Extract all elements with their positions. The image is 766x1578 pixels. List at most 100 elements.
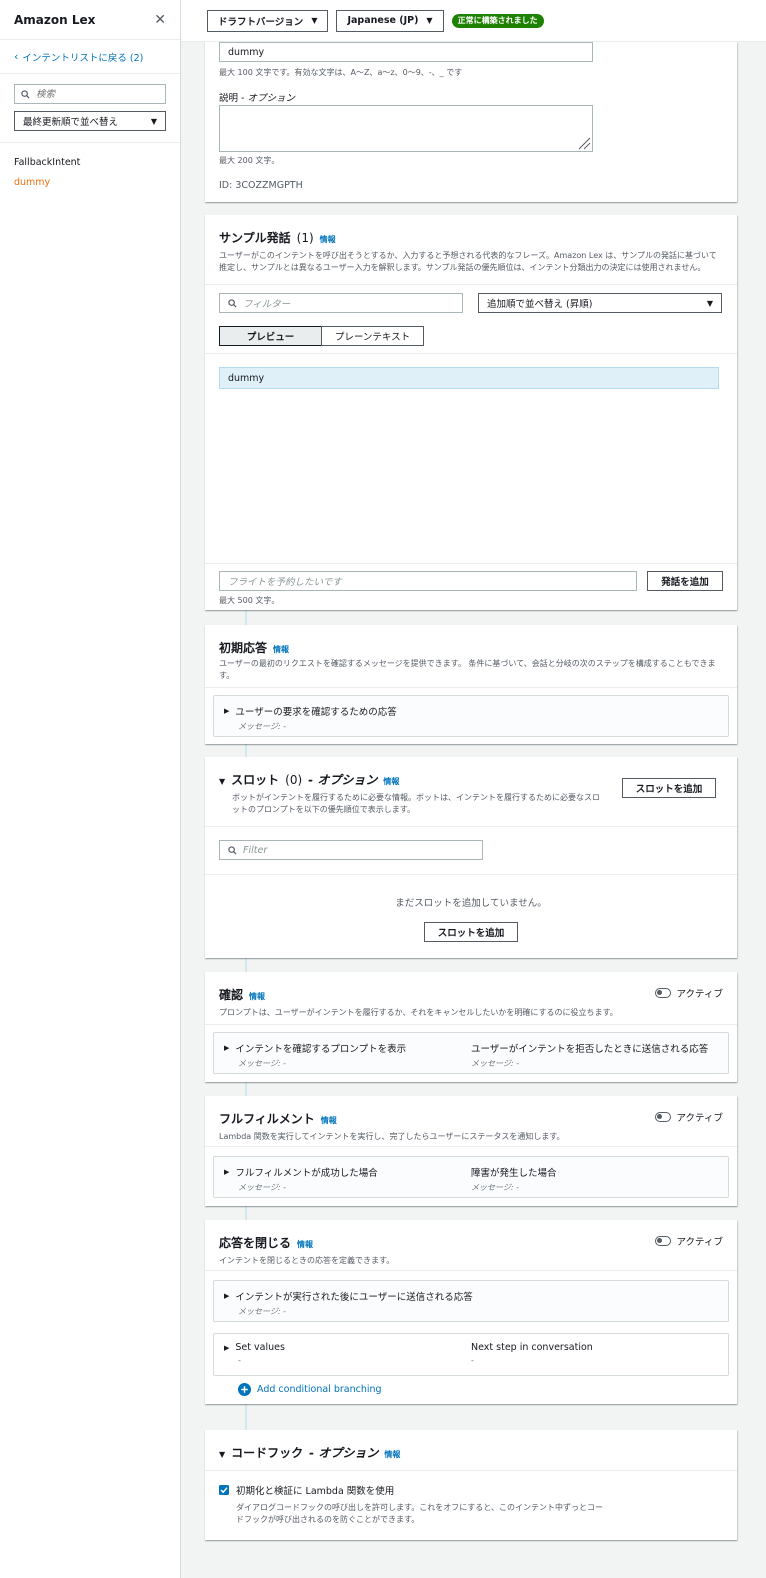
add-branch-label: Add conditional branching (257, 1384, 382, 1395)
info-link[interactable]: 情報 (320, 234, 336, 245)
confirmation-prompt-title: インテントを確認するプロンプトを表示 (235, 1044, 407, 1055)
closing-response-card[interactable]: ▶ インテントが実行された後にユーザーに送信される応答 メッセージ: - (213, 1280, 729, 1322)
info-link[interactable]: 情報 (321, 1115, 337, 1126)
info-link[interactable]: 情報 (383, 776, 399, 787)
intent-id: ID: 3COZZMGPTH (219, 180, 303, 191)
timeline-connector (245, 610, 247, 626)
caret-down-icon: ▼ (311, 16, 318, 25)
resize-handle-icon (578, 137, 591, 150)
add-utterance-button[interactable]: 発話を追加 (647, 571, 723, 591)
utterance-sort-select[interactable]: 追加順で並べ替え (昇順) ▼ (478, 293, 722, 313)
set-values-card[interactable]: ▶ Set values - Next step in conversation … (213, 1333, 729, 1376)
initial-response-heading: 初期応答 情報 (219, 641, 290, 655)
sidebar-sort-label: 最終更新順で並べ替え (23, 117, 119, 128)
fulfillment-failure-title: 障害が発生した場合 (471, 1168, 557, 1179)
back-link-label: インテントリストに戻る (2) (22, 52, 144, 64)
closing-toggle[interactable]: アクティブ (654, 1234, 723, 1248)
description-label: 説明 - オプション (219, 93, 295, 104)
search-icon (228, 845, 237, 855)
sample-utterances-panel: サンプル発話 (1) 情報 ユーザーがこのインテントを呼び出そうとするか、入力す… (205, 215, 737, 610)
utterance-filter[interactable]: フィルター (219, 293, 463, 313)
initial-response-panel: 初期応答 情報 ユーザーの最初のリクエストを確認するメッセージを提供できます。 … (205, 625, 737, 744)
fulfillment-card[interactable]: ▶ フルフィルメントが成功した場合 メッセージ: - 障害が発生した場合 メッセー… (213, 1156, 729, 1198)
lambda-checkbox-description: ダイアログコードフックの呼び出しを許可します。これをオフにすると、このインテント… (236, 1503, 603, 1524)
intent-item-fallback[interactable]: FallbackIntent (14, 153, 166, 173)
closing-card-title: インテントが実行された後にユーザーに送信される応答 (235, 1292, 473, 1303)
lambda-checkbox-label: 初期化と検証に Lambda 関数を使用 (236, 1486, 395, 1497)
initial-response-card[interactable]: ▶ ユーザーの要求を確認するための応答 メッセージ: - (213, 695, 729, 737)
search-icon (228, 298, 237, 308)
sidebar-sort-select[interactable]: 最終更新順で並べ替え ▼ (14, 111, 166, 131)
confirmation-description: プロンプトは、ユーザーがインテントを履行するか、それをキャンセルしたいかを明確に… (219, 1008, 618, 1017)
description-textarea[interactable] (219, 105, 593, 152)
fulfillment-heading: フルフィルメント 情報 (219, 1112, 337, 1126)
expand-triangle-icon: ▶ (224, 1044, 230, 1052)
slot-filter[interactable]: Filter (219, 840, 483, 860)
toggle-switch[interactable] (654, 988, 671, 998)
confirmation-toggle[interactable]: アクティブ (654, 986, 723, 1000)
add-utterance-input[interactable]: フライトを予約したいです (219, 571, 637, 591)
status-badge: 正常に構築されました (451, 13, 544, 28)
confirmation-card[interactable]: ▶ インテントを確認するプロンプトを表示 メッセージ: - ユーザーがインテントを… (213, 1032, 729, 1074)
expand-triangle-icon: ▶ (224, 1343, 230, 1352)
closing-description: インテントを閉じるときの応答を定義できます。 (219, 1256, 395, 1265)
intent-name-input[interactable]: dummy (219, 42, 593, 62)
timeline-connector (245, 958, 247, 972)
intent-list: FallbackIntent dummy (0, 143, 180, 193)
intent-item-dummy[interactable]: dummy (14, 173, 166, 193)
initial-response-card-title: ユーザーの要求を確認するための応答 (235, 707, 397, 718)
add-conditional-branching[interactable]: Add conditional branching (238, 1383, 382, 1396)
fulfillment-description: Lambda 関数を実行してインテントを実行し、完了したらユーザーにステータスを… (219, 1132, 565, 1141)
codehook-panel: ▼ コードフック - オプション 情報 初期化と検証に Lambda 関数を使用… (205, 1430, 737, 1540)
close-icon[interactable]: ✕ (154, 12, 166, 28)
collapse-triangle-icon: ▼ (219, 777, 226, 786)
fulfillment-success-sub: メッセージ: - (238, 1183, 286, 1192)
initial-response-description: ユーザーの最初のリクエストを確認するメッセージを提供できます。 条件に基づいて、… (219, 659, 716, 680)
toggle-switch[interactable] (654, 1236, 671, 1246)
description-hint: 最大 200 文字。 (219, 156, 280, 165)
fulfillment-failure-sub: メッセージ: - (471, 1183, 519, 1192)
search-icon (21, 89, 30, 99)
caret-down-icon: ▼ (150, 116, 157, 126)
info-link[interactable]: 情報 (249, 991, 265, 1002)
slots-panel: ▼ スロット (0) - オプション 情報 ボットがインテントを履行するために必… (205, 757, 737, 958)
fulfillment-toggle[interactable]: アクティブ (654, 1110, 723, 1124)
info-link[interactable]: 情報 (384, 1449, 400, 1460)
expand-triangle-icon: ▶ (224, 1168, 230, 1176)
utterances-heading: サンプル発話 (1) 情報 (219, 231, 336, 245)
sidebar: Amazon Lex ✕ ‹ インテントリストに戻る (2) 最終更新順で並べ替… (0, 0, 181, 1578)
caret-down-icon: ▼ (706, 298, 713, 308)
codehook-heading[interactable]: ▼ コードフック - オプション 情報 (219, 1444, 723, 1461)
decline-response-title: ユーザーがインテントを拒否したときに送信される応答 (471, 1044, 709, 1055)
lambda-checkbox-row[interactable]: 初期化と検証に Lambda 関数を使用 (219, 1483, 394, 1497)
expand-triangle-icon: ▶ (224, 1292, 230, 1300)
utterances-description: ユーザーがこのインテントを呼び出そうとするか、入力すると予想される代表的なフレー… (219, 251, 717, 272)
utterance-sort-label: 追加順で並べ替え (昇順) (487, 299, 593, 310)
version-label: ドラフトバージョン (218, 16, 304, 28)
tab-plain-text[interactable]: プレーンテキスト (321, 326, 424, 346)
add-slot-button[interactable]: スロットを追加 (622, 778, 716, 798)
version-dropdown[interactable]: ドラフトバージョン ▼ (207, 9, 329, 32)
add-slot-button-center[interactable]: スロットを追加 (424, 922, 518, 942)
info-link[interactable]: 情報 (297, 1239, 313, 1250)
plus-circle-icon (238, 1383, 251, 1396)
confirmation-panel: 確認 情報 プロンプトは、ユーザーがインテントを履行するか、それをキャンセルした… (205, 972, 737, 1082)
closing-heading: 応答を閉じる 情報 (219, 1236, 314, 1250)
fulfillment-success-title: フルフィルメントが成功した場合 (235, 1168, 378, 1179)
info-link[interactable]: 情報 (273, 644, 289, 655)
language-dropdown[interactable]: Japanese (JP) ▼ (336, 9, 444, 32)
checkbox-checked-icon[interactable] (219, 1485, 229, 1495)
tab-preview[interactable]: プレビュー (219, 326, 322, 346)
sidebar-search-input[interactable] (36, 88, 156, 100)
toggle-switch[interactable] (654, 1112, 671, 1122)
utterance-filter-placeholder: フィルター (243, 299, 291, 310)
utterance-item[interactable]: dummy (219, 367, 719, 389)
sidebar-search[interactable] (14, 84, 166, 104)
caret-down-icon: ▼ (426, 16, 433, 25)
intent-details-panel: dummy 最大 100 文字です。有効な文字は、A〜Z、a〜z、0〜9、-、_… (205, 42, 737, 202)
toggle-label: アクティブ (676, 1113, 723, 1124)
back-to-intents-link[interactable]: ‹ インテントリストに戻る (2) (0, 40, 180, 74)
chevron-left-icon: ‹ (14, 50, 19, 63)
slot-filter-placeholder: Filter (243, 844, 268, 856)
slots-description: ボットがインテントを履行するために必要な情報。ボットは、インテントを履行するため… (232, 793, 600, 814)
